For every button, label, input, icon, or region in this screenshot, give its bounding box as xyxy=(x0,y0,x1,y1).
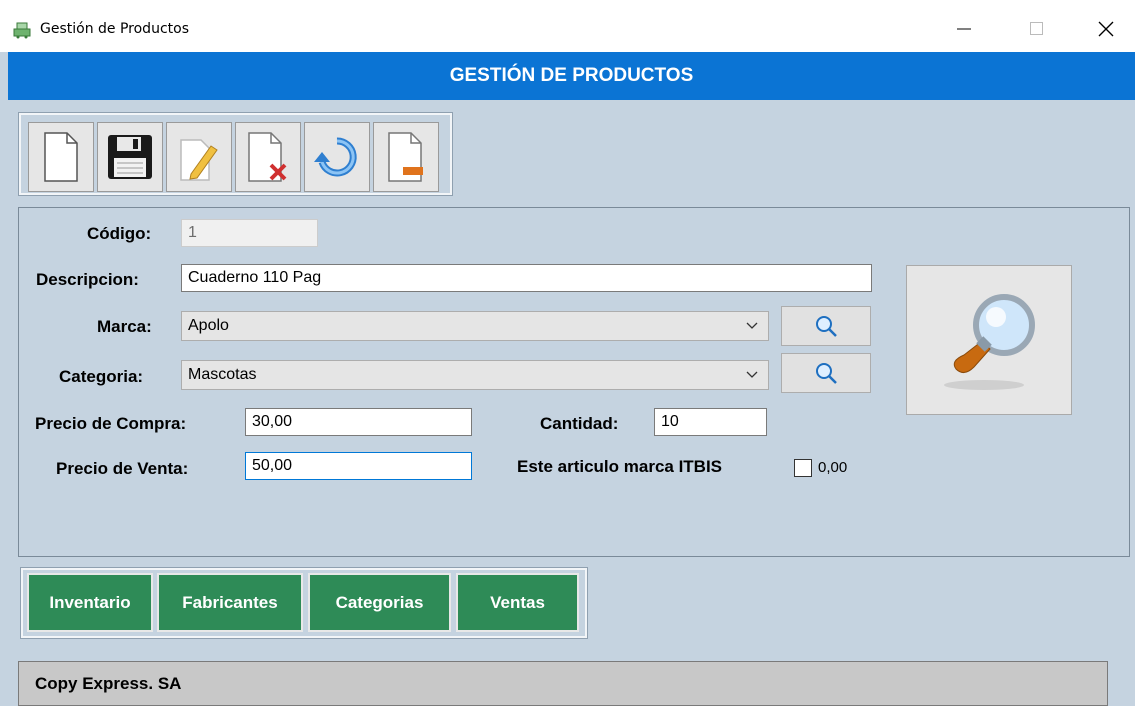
cantidad-field[interactable]: 10 xyxy=(654,408,767,436)
page-header: GESTIÓN DE PRODUCTOS xyxy=(8,52,1135,100)
delete-icon xyxy=(248,132,287,182)
toolbar xyxy=(18,112,453,196)
marca-search-button[interactable] xyxy=(781,306,871,346)
descripcion-label: Descripcion: xyxy=(36,270,139,289)
company-name: Copy Express. SA xyxy=(35,674,182,693)
categoria-value: Mascotas xyxy=(188,366,257,383)
chevron-down-icon xyxy=(746,371,758,378)
remove-button[interactable] xyxy=(373,122,439,192)
maximize-icon xyxy=(1030,22,1043,35)
search-icon xyxy=(816,363,837,384)
marca-select[interactable]: Apolo xyxy=(181,311,769,341)
ventas-button[interactable]: Ventas xyxy=(456,573,579,632)
categorias-button[interactable]: Categorias xyxy=(308,573,451,632)
window-titlebar: Gestión de Productos xyxy=(0,0,1135,52)
minimize-button[interactable] xyxy=(944,14,984,44)
precio-venta-field[interactable]: 50,00 xyxy=(245,452,472,480)
app-icon xyxy=(13,22,31,39)
delete-button[interactable] xyxy=(235,122,301,192)
save-icon xyxy=(108,135,152,179)
undo-icon xyxy=(314,137,357,177)
close-icon xyxy=(1098,21,1114,37)
maximize-button[interactable] xyxy=(1017,14,1057,44)
categoria-search-button[interactable] xyxy=(781,353,871,393)
descripcion-field[interactable]: Cuaderno 110 Pag xyxy=(181,264,872,292)
product-image-search[interactable] xyxy=(906,265,1072,415)
itbis-label: Este articulo marca ITBIS xyxy=(517,457,723,476)
status-footer: Copy Express. SA xyxy=(18,661,1108,706)
page-title: GESTIÓN DE PRODUCTOS xyxy=(449,65,694,86)
edit-button[interactable] xyxy=(166,122,232,192)
categoria-select[interactable]: Mascotas xyxy=(181,360,769,390)
window-title: Gestión de Productos xyxy=(40,21,189,37)
precio-compra-field[interactable]: 30,00 xyxy=(245,408,472,436)
cantidad-label: Cantidad: xyxy=(540,414,619,433)
chevron-down-icon xyxy=(746,322,758,329)
search-icon xyxy=(816,316,837,337)
precio-compra-label: Precio de Compra: xyxy=(35,414,187,433)
precio-venta-label: Precio de Venta: xyxy=(56,459,189,478)
codigo-label: Código: xyxy=(87,224,152,243)
new-document-icon xyxy=(44,132,78,182)
remove-icon xyxy=(388,132,423,182)
undo-button[interactable] xyxy=(304,122,370,192)
itbis-checkbox[interactable] xyxy=(794,459,812,477)
magnifier-icon xyxy=(944,294,1035,390)
marca-label: Marca: xyxy=(97,317,152,336)
new-button[interactable] xyxy=(28,122,94,192)
categoria-label: Categoria: xyxy=(59,367,144,386)
minimize-icon xyxy=(957,28,971,30)
edit-icon xyxy=(180,139,218,181)
marca-value: Apolo xyxy=(188,317,229,334)
close-button[interactable] xyxy=(1086,14,1126,44)
fabricantes-button[interactable]: Fabricantes xyxy=(157,573,303,632)
inventario-button[interactable]: Inventario xyxy=(27,573,153,632)
codigo-field[interactable]: 1 xyxy=(181,219,318,247)
save-button[interactable] xyxy=(97,122,163,192)
itbis-value: 0,00 xyxy=(818,459,848,476)
